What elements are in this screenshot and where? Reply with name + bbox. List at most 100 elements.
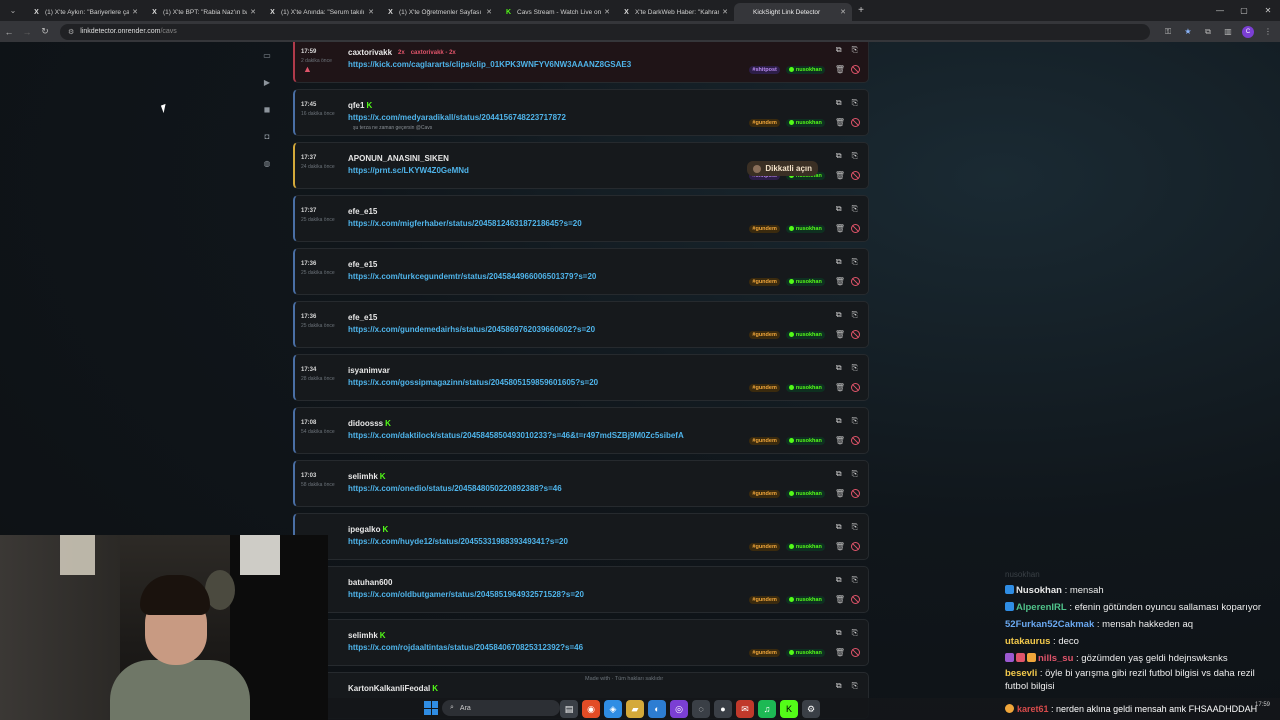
steam-icon[interactable]: ◌ xyxy=(692,700,710,718)
block-icon[interactable] xyxy=(851,171,860,180)
open-external-icon[interactable]: ⧉ xyxy=(836,363,842,373)
browser-tab[interactable]: X (1) X'te Öğretmenler Sayfası "S ✕ xyxy=(380,3,498,21)
card-link[interactable]: https://prnt.sc/LKYW4Z0GeMNd xyxy=(348,166,469,175)
category-tag[interactable]: #gundem xyxy=(749,330,780,339)
tab-close-icon[interactable]: ✕ xyxy=(840,8,846,16)
browser-tab[interactable]: K Cavs Stream - Watch Live on Ki ✕ xyxy=(498,3,616,21)
mail-icon[interactable]: ✉ xyxy=(736,700,754,718)
maximize-icon[interactable]: ▢ xyxy=(1232,6,1256,15)
streamer-tag[interactable]: nusokhan xyxy=(785,118,825,127)
copy-icon[interactable]: ⎘ xyxy=(852,257,858,267)
card-link[interactable]: https://x.com/gundemedairhs/status/20458… xyxy=(348,325,595,334)
card-link[interactable]: https://x.com/onedio/status/204584805022… xyxy=(348,484,562,493)
streamer-tag[interactable]: nusokhan xyxy=(785,542,825,551)
open-external-icon[interactable]: ⧉ xyxy=(836,628,842,638)
streamer-tag[interactable]: nusokhan xyxy=(785,330,825,339)
youtube-icon[interactable]: ▶ xyxy=(252,69,282,96)
copy-icon[interactable]: ⎘ xyxy=(852,575,858,585)
block-icon[interactable] xyxy=(851,65,860,74)
category-tag[interactable]: #gundem xyxy=(749,489,780,498)
minimize-icon[interactable]: — xyxy=(1208,6,1232,15)
trash-icon[interactable]: 🗑 xyxy=(835,224,845,233)
trash-icon[interactable]: 🗑 xyxy=(835,277,845,286)
open-external-icon[interactable]: ⧉ xyxy=(836,45,842,55)
browser-tab[interactable]: X (1) X'te Anında: "Serum takılı o ✕ xyxy=(262,3,380,21)
back-icon[interactable]: ← xyxy=(0,27,18,37)
tab-close-icon[interactable]: ✕ xyxy=(486,8,492,16)
category-tag[interactable]: #gundem xyxy=(749,542,780,551)
browser-tab[interactable]: X (1) X'te BPT: "Rabia Naz'ın baba✕ xyxy=(144,3,262,21)
block-icon[interactable] xyxy=(851,595,860,604)
url-field[interactable]: ⚙ linkdetector.onrender.com/cavs xyxy=(60,23,1150,40)
kick-icon[interactable]: K xyxy=(780,700,798,718)
reload-icon[interactable]: ↻ xyxy=(36,26,54,37)
block-icon[interactable] xyxy=(851,542,860,551)
copy-icon[interactable]: ⎘ xyxy=(852,522,858,532)
category-tag[interactable]: #gundem xyxy=(749,595,780,604)
careful-open-button[interactable]: Dikkatli açın xyxy=(747,161,818,176)
browser-tab[interactable]: KickSight Link Detector ✕ xyxy=(734,3,852,21)
open-external-icon[interactable]: ⧉ xyxy=(836,681,842,691)
bookmark-star-icon[interactable]: ★ xyxy=(1178,27,1198,36)
trash-icon[interactable]: 🗑 xyxy=(835,436,845,445)
trash-icon[interactable]: 🗑 xyxy=(835,648,845,657)
card-link[interactable]: https://x.com/gossipmagazinn/status/2045… xyxy=(348,378,598,387)
streamer-tag[interactable]: nusokhan xyxy=(785,224,825,233)
trash-icon[interactable]: 🗑 xyxy=(835,65,845,74)
tab-close-icon[interactable]: ✕ xyxy=(722,8,728,16)
open-external-icon[interactable]: ⧉ xyxy=(836,204,842,214)
spotify-icon[interactable]: ♫ xyxy=(758,700,776,718)
copy-icon[interactable]: ⎘ xyxy=(852,45,858,55)
tab-close-icon[interactable]: ✕ xyxy=(368,8,374,16)
copy-icon[interactable]: ⎘ xyxy=(852,628,858,638)
extensions-icon[interactable]: ⧉ xyxy=(1198,27,1218,37)
open-external-icon[interactable]: ⧉ xyxy=(836,310,842,320)
card-link[interactable]: https://x.com/turkcegundemtr/status/2045… xyxy=(348,272,596,281)
streamer-tag[interactable]: nusokhan xyxy=(785,489,825,498)
obs-icon[interactable]: ● xyxy=(714,700,732,718)
block-icon[interactable] xyxy=(851,277,860,286)
category-tag[interactable]: #gundem xyxy=(749,224,780,233)
trash-icon[interactable]: 🗑 xyxy=(835,330,845,339)
category-tag[interactable]: #gundem xyxy=(749,436,780,445)
card-link[interactable]: https://kick.com/caglararts/clips/clip_0… xyxy=(348,60,631,69)
copy-icon[interactable]: ⎘ xyxy=(852,310,858,320)
copy-icon[interactable]: ⎘ xyxy=(852,681,858,691)
open-external-icon[interactable]: ⧉ xyxy=(836,522,842,532)
streamer-tag[interactable]: nusokhan xyxy=(785,65,825,74)
category-tag[interactable]: #shitpost xyxy=(749,65,780,74)
password-key-icon[interactable]: ⚿ xyxy=(1158,27,1178,37)
open-external-icon[interactable]: ⧉ xyxy=(836,257,842,267)
close-window-icon[interactable]: ✕ xyxy=(1256,6,1280,15)
streamer-tag[interactable]: nusokhan xyxy=(785,383,825,392)
trash-icon[interactable]: 🗑 xyxy=(835,595,845,604)
tab-close-icon[interactable]: ✕ xyxy=(132,8,138,16)
copy-icon[interactable]: ⎘ xyxy=(852,363,858,373)
task-view-icon[interactable]: ▤ xyxy=(560,700,578,718)
block-icon[interactable] xyxy=(851,489,860,498)
streamer-tag[interactable]: nusokhan xyxy=(785,436,825,445)
trash-icon[interactable]: 🗑 xyxy=(835,489,845,498)
category-tag[interactable]: #gundem xyxy=(749,277,780,286)
card-link[interactable]: https://x.com/medyaradikall/status/20441… xyxy=(348,113,566,122)
tab-close-icon[interactable]: ✕ xyxy=(250,8,256,16)
card-link[interactable]: https://x.com/migferhaber/status/2045812… xyxy=(348,219,582,228)
copy-icon[interactable]: ⎘ xyxy=(852,204,858,214)
video-icon[interactable]: ▭ xyxy=(252,42,282,69)
browser-tab[interactable]: X X'te DarkWeb Haber: "Kahrama ✕ xyxy=(616,3,734,21)
streamer-tag[interactable]: nusokhan xyxy=(785,648,825,657)
photos-icon[interactable]: ◈ xyxy=(604,700,622,718)
block-icon[interactable] xyxy=(851,648,860,657)
tab-search-icon[interactable]: ⌄ xyxy=(0,0,26,21)
browser-tab[interactable]: X (1) X'te Aykırı: "Bariyerlere çarp ✕ xyxy=(26,3,144,21)
forward-icon[interactable]: → xyxy=(18,27,36,37)
streamer-tag[interactable]: nusokhan xyxy=(785,595,825,604)
category-tag[interactable]: #gundem xyxy=(749,383,780,392)
instagram-icon[interactable]: ◘ xyxy=(252,123,282,150)
trash-icon[interactable]: 🗑 xyxy=(835,542,845,551)
clock[interactable]: 17:59 xyxy=(1255,702,1270,708)
open-external-icon[interactable]: ⧉ xyxy=(836,469,842,479)
globe-icon[interactable]: ◍ xyxy=(252,150,282,177)
chrome-icon[interactable]: ◉ xyxy=(582,700,600,718)
edge-icon[interactable]: ◐ xyxy=(648,700,666,718)
